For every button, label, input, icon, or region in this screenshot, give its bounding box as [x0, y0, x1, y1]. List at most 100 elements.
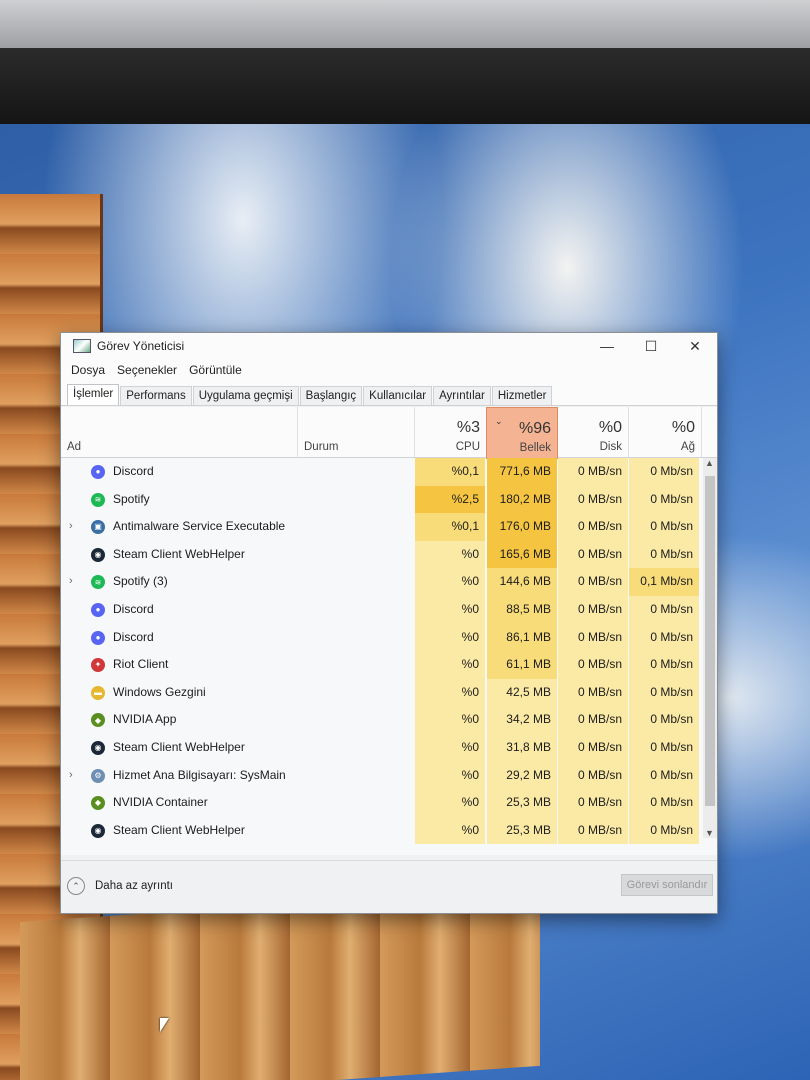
- table-row[interactable]: ● Discord %0,1 771,6 MB 0 MB/sn 0 Mb/sn: [61, 458, 703, 486]
- memory-value: 25,3 MB: [487, 816, 557, 845]
- table-row[interactable]: › ▣ Antimalware Service Executable %0,1 176,…: [61, 513, 703, 541]
- process-name-cell: ● Discord: [61, 624, 297, 652]
- cpu-value: %2,5: [415, 485, 485, 514]
- table-row[interactable]: ◉ Steam Client WebHelper %0 165,6 MB 0 MB/sn…: [61, 540, 703, 569]
- process-name: Spotify (3): [113, 574, 168, 589]
- column-disk[interactable]: %0 Disk: [558, 407, 629, 457]
- process-table: Ad Durum %3 CPU ⌄ %96 Bellek %0 Disk %0 …: [61, 407, 717, 855]
- network-label: Ağ: [680, 441, 695, 453]
- disk-value: 0 MB/sn: [558, 485, 628, 514]
- column-cpu[interactable]: %3 CPU: [415, 407, 487, 457]
- table-row[interactable]: ✦ Riot Client %0 61,1 MB 0 MB/sn 0 Mb/sn: [61, 651, 703, 679]
- table-row[interactable]: ◉ Steam Client WebHelper %0 31,8 MB 0 MB/sn 0…: [61, 733, 703, 762]
- expand-chevron-icon[interactable]: ›: [69, 568, 73, 596]
- network-value: 0 Mb/sn: [629, 678, 699, 707]
- menu-file[interactable]: Dosya: [71, 363, 105, 377]
- process-name: Steam Client WebHelper: [113, 546, 245, 561]
- process-name-cell: ◆ NVIDIA Container: [61, 789, 297, 817]
- cpu-value: %0,1: [415, 458, 485, 486]
- fewer-details-label: Daha az ayrıntı: [95, 880, 173, 892]
- process-name-cell: › ≋ Spotify (3): [61, 568, 297, 596]
- process-name: NVIDIA App: [113, 712, 177, 727]
- memory-value: 86,1 MB: [487, 623, 557, 652]
- table-row[interactable]: ◉ Steam Client WebHelper %0 25,3 MB 0 MB/sn 0…: [61, 816, 703, 845]
- expand-chevron-icon[interactable]: ›: [69, 762, 73, 790]
- disk-value: 0 MB/sn: [558, 623, 628, 652]
- steam-icon: ◉: [91, 547, 105, 562]
- disk-label: Disk: [599, 441, 622, 453]
- spotify-icon: ≋: [91, 492, 105, 507]
- column-status[interactable]: Durum: [298, 407, 415, 457]
- nvidia-icon: ◆: [91, 713, 105, 728]
- column-name-label: Ad: [67, 441, 82, 453]
- discord-icon: ●: [91, 630, 105, 645]
- minimize-button[interactable]: —: [585, 333, 629, 359]
- table-row[interactable]: ▬ Windows Gezgini %0 42,5 MB 0 MB/sn 0 Mb/sn: [61, 678, 703, 707]
- table-row[interactable]: ● Discord %0 86,1 MB 0 MB/sn 0 Mb/sn: [61, 623, 703, 652]
- scroll-thumb[interactable]: [705, 476, 715, 806]
- gear-icon: ⚙: [91, 768, 105, 783]
- menu-options[interactable]: Seçenekler: [117, 363, 177, 377]
- process-name: Antimalware Service Executable: [113, 519, 286, 534]
- table-row[interactable]: › ⚙ Hizmet Ana Bilgisayarı: SysMain %0 29,2 …: [61, 761, 703, 790]
- close-button[interactable]: ✕: [673, 333, 717, 359]
- tab-users[interactable]: Kullanıcılar: [363, 386, 433, 405]
- table-row[interactable]: ◆ NVIDIA Container %0 25,3 MB 0 MB/sn 0 Mb/sn: [61, 789, 703, 817]
- network-value: 0,1 Mb/sn: [629, 568, 699, 596]
- mouse-cursor-icon: [160, 1018, 169, 1032]
- title-bar[interactable]: Görev Yöneticisi — ☐ ✕: [61, 333, 717, 359]
- memory-value: 29,2 MB: [487, 761, 557, 790]
- scroll-down-icon[interactable]: ▼: [705, 828, 714, 838]
- network-value: 0 Mb/sn: [629, 623, 699, 652]
- process-name: Riot Client: [113, 657, 169, 672]
- column-memory[interactable]: ⌄ %96 Bellek: [486, 407, 558, 459]
- process-name-cell: › ▣ Antimalware Service Executable: [61, 513, 297, 541]
- footer-bar: ⌃ Daha az ayrıntı Görevi sonlandır: [61, 860, 717, 913]
- tab-performance[interactable]: Performans: [120, 386, 192, 405]
- process-name: Spotify: [113, 491, 150, 506]
- tab-processes[interactable]: İşlemler: [67, 384, 120, 405]
- process-list: ● Discord %0,1 771,6 MB 0 MB/sn 0 Mb/sn ≋ Spoti…: [61, 458, 703, 845]
- end-task-button[interactable]: Görevi sonlandır: [621, 874, 713, 896]
- task-manager-icon: [73, 339, 91, 353]
- disk-value: 0 MB/sn: [558, 540, 628, 569]
- fewer-details-button[interactable]: ⌃ Daha az ayrıntı: [67, 877, 173, 895]
- network-value: 0 Mb/sn: [629, 513, 699, 541]
- maximize-button[interactable]: ☐: [629, 333, 673, 359]
- menu-view[interactable]: Görüntüle: [189, 363, 242, 377]
- network-value: 0 Mb/sn: [629, 789, 699, 817]
- table-row[interactable]: ≋ Spotify %2,5 180,2 MB 0 MB/sn 0 Mb/sn: [61, 485, 703, 514]
- network-value: 0 Mb/sn: [629, 458, 699, 486]
- memory-value: 31,8 MB: [487, 733, 557, 762]
- cpu-value: %0: [415, 651, 485, 679]
- vertical-scrollbar[interactable]: ▲ ▼: [703, 458, 717, 838]
- tab-details[interactable]: Ayrıntılar: [433, 386, 491, 405]
- process-name: NVIDIA Container: [113, 795, 208, 810]
- process-name-cell: ◉ Steam Client WebHelper: [61, 541, 297, 569]
- scroll-up-icon[interactable]: ▲: [705, 458, 714, 468]
- tab-startup[interactable]: Başlangıç: [299, 386, 363, 405]
- table-row[interactable]: ● Discord %0 88,5 MB 0 MB/sn 0 Mb/sn: [61, 595, 703, 624]
- table-row[interactable]: › ≋ Spotify (3) %0 144,6 MB 0 MB/sn 0,1 Mb/sn: [61, 568, 703, 596]
- process-name: Steam Client WebHelper: [113, 739, 245, 754]
- sort-down-icon: ⌄: [495, 416, 503, 426]
- network-value: 0 Mb/sn: [629, 540, 699, 569]
- task-manager-window: Görev Yöneticisi — ☐ ✕ Dosya Seçenekler …: [60, 332, 718, 914]
- column-name[interactable]: Ad: [61, 407, 298, 457]
- network-value: 0 Mb/sn: [629, 595, 699, 624]
- antimalware-icon: ▣: [91, 520, 105, 535]
- discord-icon: ●: [91, 602, 105, 617]
- tab-app-history[interactable]: Uygulama geçmişi: [192, 386, 299, 405]
- cpu-value: %0: [415, 595, 485, 624]
- process-name-cell: ● Discord: [61, 458, 297, 486]
- chevron-up-icon: ⌃: [67, 877, 85, 895]
- disk-value: 0 MB/sn: [558, 651, 628, 679]
- disk-value: 0 MB/sn: [558, 816, 628, 845]
- process-name-cell: ▬ Windows Gezgini: [61, 679, 297, 707]
- disk-value: 0 MB/sn: [558, 678, 628, 707]
- steam-icon: ◉: [91, 740, 105, 755]
- table-row[interactable]: ◆ NVIDIA App %0 34,2 MB 0 MB/sn 0 Mb/sn: [61, 706, 703, 734]
- expand-chevron-icon[interactable]: ›: [69, 513, 73, 541]
- column-network[interactable]: %0 Ağ: [629, 407, 702, 457]
- tab-services[interactable]: Hizmetler: [491, 386, 553, 405]
